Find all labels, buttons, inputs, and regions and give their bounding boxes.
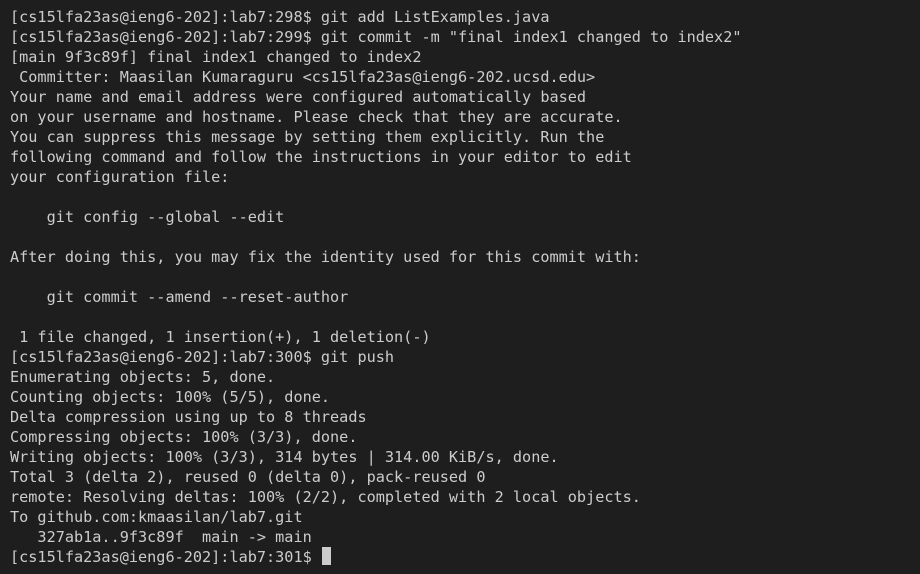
- terminal-line: git config --global --edit: [10, 208, 285, 226]
- terminal-line: Total 3 (delta 2), reused 0 (delta 0), p…: [10, 468, 486, 486]
- terminal-line: [cs15lfa23as@ieng6-202]:lab7:298$ git ad…: [10, 8, 550, 26]
- terminal-line: You can suppress this message by setting…: [10, 128, 605, 146]
- terminal-line: Writing objects: 100% (3/3), 314 bytes |…: [10, 448, 559, 466]
- terminal-line: 1 file changed, 1 insertion(+), 1 deleti…: [10, 328, 431, 346]
- terminal-line: 327ab1a..9f3c89f main -> main: [10, 528, 312, 546]
- terminal-line: following command and follow the instruc…: [10, 148, 632, 166]
- terminal-line: After doing this, you may fix the identi…: [10, 248, 641, 266]
- terminal-line: git commit --amend --reset-author: [10, 288, 349, 306]
- terminal-line: Committer: Maasilan Kumaraguru <cs15lfa2…: [10, 68, 596, 86]
- terminal-window[interactable]: [cs15lfa23as@ieng6-202]:lab7:298$ git ad…: [0, 0, 920, 574]
- terminal-line: Your name and email address were configu…: [10, 88, 587, 106]
- shell-prompt: [cs15lfa23as@ieng6-202]:lab7:301$: [10, 548, 321, 566]
- terminal-line: on your username and hostname. Please ch…: [10, 108, 623, 126]
- terminal-line: Compressing objects: 100% (3/3), done.: [10, 428, 358, 446]
- terminal-line: [cs15lfa23as@ieng6-202]:lab7:299$ git co…: [10, 28, 742, 46]
- terminal-line: Delta compression using up to 8 threads: [10, 408, 367, 426]
- terminal-line: Enumerating objects: 5, done.: [10, 368, 276, 386]
- terminal-line: To github.com:kmaasilan/lab7.git: [10, 508, 303, 526]
- terminal-line: your configuration file:: [10, 168, 230, 186]
- prompt-line[interactable]: [cs15lfa23as@ieng6-202]:lab7:301$: [10, 547, 920, 567]
- terminal-line: [cs15lfa23as@ieng6-202]:lab7:300$ git pu…: [10, 348, 395, 366]
- terminal-line: Counting objects: 100% (5/5), done.: [10, 388, 331, 406]
- terminal-line: [main 9f3c89f] final index1 changed to i…: [10, 48, 422, 66]
- text-cursor[interactable]: [321, 547, 331, 565]
- terminal-line: remote: Resolving deltas: 100% (2/2), co…: [10, 488, 641, 506]
